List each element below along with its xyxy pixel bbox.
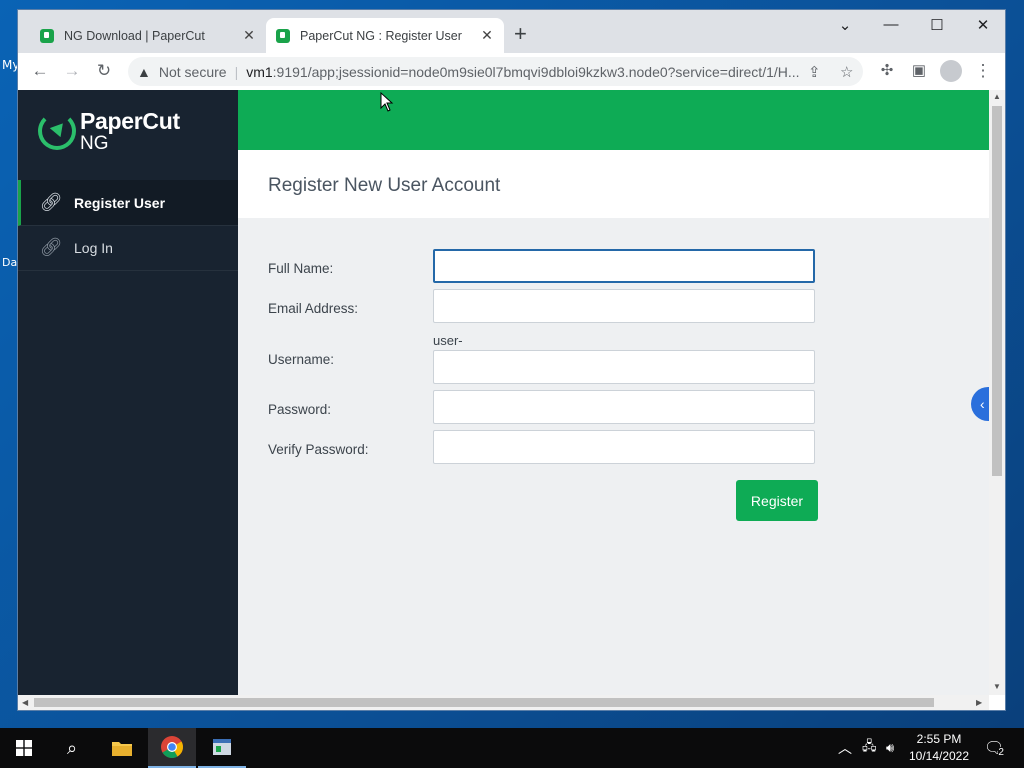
logo-wordmark: PaperCut [80,108,180,134]
close-tab-icon[interactable]: ✕ [238,27,260,44]
link-icon: 🔗︎ [39,192,63,212]
tab-ng-download[interactable]: NG Download | PaperCut ✕ [30,18,266,53]
show-hidden-icons-icon[interactable]: ︿ [838,728,852,768]
sidebar-item-register-user[interactable]: 🔗︎ Register User [18,180,238,226]
verify-password-label: Verify Password: [268,442,369,457]
network-icon[interactable]: 🖧︎ [862,728,877,768]
taskbar: ⌕ ︿ 🖧︎ 🔊︎ 2:55 PM 10/14/2022 🗨︎ 2 [0,728,1024,768]
username-label: Username: [268,352,335,367]
papercut-logo: PaperCut NG [36,108,216,158]
start-button[interactable] [0,728,48,768]
desktop-icon-label[interactable]: My [2,58,19,72]
notification-count: 2 [998,746,1004,758]
scroll-up-icon[interactable]: ▲ [993,92,1001,101]
tab-search-icon[interactable]: ⌄ [835,16,855,34]
security-label[interactable]: Not secure [159,64,227,80]
username-field[interactable] [433,350,815,384]
tab-strip: NG Download | PaperCut ✕ PaperCut NG : R… [18,10,1005,53]
horizontal-scrollbar[interactable]: ◀ ▶ [18,695,989,710]
page-header: Register New User Account [238,150,989,218]
windows-logo-icon [16,740,32,756]
page-title: Register New User Account [268,175,501,196]
verify-password-field[interactable] [433,430,815,464]
divider: | [234,63,239,80]
browser-toolbar: ← → ↻ ▲ Not secure | vm1:9191/app;jsessi… [18,53,1005,91]
username-prefix: user- [433,333,463,348]
url-host: vm1 [246,63,273,80]
vertical-scrollbar[interactable]: ▲ ▼ [989,90,1005,695]
maximize-icon[interactable]: ☐ [927,16,947,34]
full-name-field[interactable] [433,249,815,283]
scroll-right-icon[interactable]: ▶ [976,698,982,707]
volume-icon[interactable]: 🔊︎ [886,728,894,768]
chrome-taskbar-icon[interactable] [148,728,196,768]
browser-window: NG Download | PaperCut ✕ PaperCut NG : R… [18,10,1005,710]
password-field[interactable] [433,390,815,424]
minimize-icon[interactable]: — [881,16,901,33]
menu-icon[interactable]: ⋮ [973,61,993,81]
email-field[interactable] [433,289,815,323]
link-icon: 🔗︎ [39,237,63,257]
app-window-icon [213,739,231,755]
tab-title: NG Download | PaperCut [64,28,205,43]
search-icon[interactable]: ⌕ [48,728,96,768]
page-content: PaperCut NG 🔗︎ Register User 🔗︎ Log In R… [18,90,989,695]
scroll-left-icon[interactable]: ◀ [22,698,28,707]
folder-icon [112,742,132,756]
chevron-left-icon: ‹ [980,396,985,412]
extensions-icon[interactable]: ✣ [877,61,897,81]
clock-date: 10/14/2022 [908,749,970,763]
url-path: :9191/app;jsessionid=node0m9sie0l7bmqvi9… [272,63,800,80]
chrome-icon [161,736,183,758]
email-label: Email Address: [268,301,359,316]
profile-avatar-icon[interactable] [940,60,962,82]
warning-icon[interactable]: ▲ [137,64,151,80]
desktop-icon-label[interactable]: Da [2,256,17,269]
header-bar [238,90,989,150]
file-explorer-icon[interactable] [98,728,146,768]
mouse-cursor-icon [380,92,394,112]
logo-edition: NG [80,133,109,154]
password-label: Password: [268,402,332,417]
horizontal-scroll-thumb[interactable] [34,698,934,707]
side-panel-icon[interactable]: ▣ [909,61,929,81]
bookmark-star-icon[interactable]: ☆ [840,63,853,81]
tab-register-user[interactable]: PaperCut NG : Register User ✕ [266,18,504,53]
sidebar: PaperCut NG 🔗︎ Register User 🔗︎ Log In [18,90,238,695]
collapse-panel-button[interactable]: ‹ [971,387,989,421]
scroll-down-icon[interactable]: ▼ [993,682,1001,691]
reload-icon[interactable]: ↻ [94,61,114,81]
full-name-label: Full Name: [268,261,334,276]
register-button[interactable]: Register [736,480,818,521]
close-tab-icon[interactable]: ✕ [476,27,498,44]
address-bar[interactable]: ▲ Not secure | vm1:9191/app;jsessionid=n… [128,57,863,86]
notifications-icon[interactable]: 🗨︎ 2 [984,728,1004,768]
papercut-favicon-icon [40,28,54,43]
sidebar-item-log-in[interactable]: 🔗︎ Log In [18,225,238,271]
forward-icon[interactable]: → [62,61,82,81]
new-tab-button[interactable]: + [514,22,527,46]
clock-time: 2:55 PM [916,732,962,746]
sidebar-item-label: Register User [74,194,166,211]
close-window-icon[interactable]: ✕ [973,16,993,34]
clock[interactable]: 2:55 PM 10/14/2022 [900,731,978,765]
papercut-favicon-icon [276,28,290,43]
back-icon[interactable]: ← [30,61,50,81]
vertical-scroll-thumb[interactable] [992,106,1002,476]
tab-title: PaperCut NG : Register User [300,28,462,43]
url-text[interactable]: vm1:9191/app;jsessionid=node0m9sie0l7bmq… [246,64,801,80]
sidebar-item-label: Log In [74,239,113,256]
share-icon[interactable]: ⇪ [808,63,821,81]
papercut-taskbar-icon[interactable] [198,728,246,768]
